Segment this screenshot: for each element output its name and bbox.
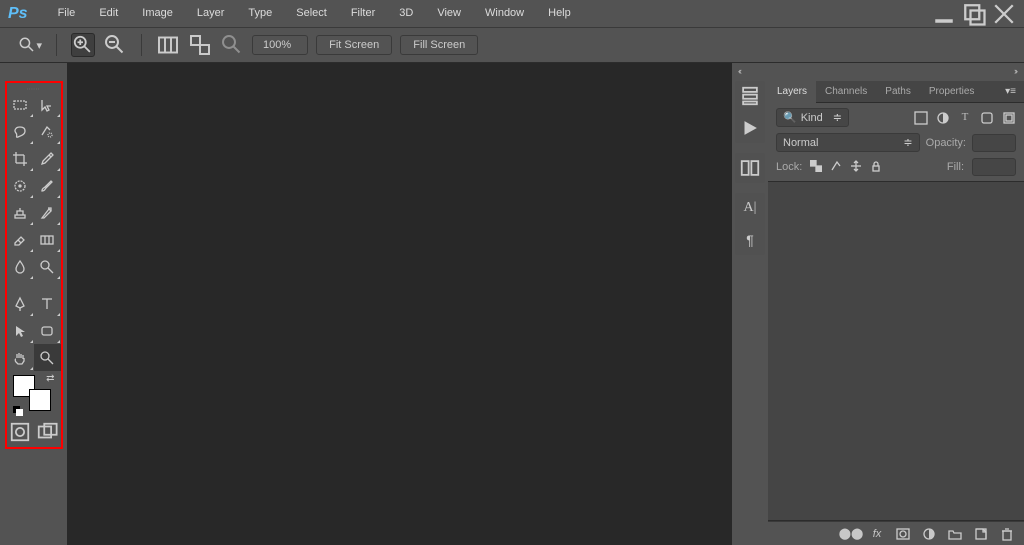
adjustment-layer-icon[interactable]	[922, 527, 936, 541]
zoom-level-dropdown[interactable]: 100%	[252, 35, 308, 55]
blur-tool[interactable]	[7, 253, 34, 280]
fill-screen-button[interactable]: Fill Screen	[400, 35, 478, 55]
crop-tool[interactable]	[7, 145, 34, 172]
swap-colors-icon[interactable]: ⇄	[46, 373, 54, 384]
default-colors-icon[interactable]	[13, 406, 24, 417]
menu-help[interactable]: Help	[536, 0, 583, 27]
lock-label: Lock:	[776, 161, 802, 173]
collapse-right-icon[interactable]: ››	[1014, 66, 1016, 76]
blend-mode-dropdown[interactable]: Normal≑	[776, 133, 920, 152]
eyedropper-tool[interactable]	[34, 145, 61, 172]
quick-mask-toggle[interactable]	[9, 423, 31, 441]
app-logo: Ps	[8, 5, 28, 23]
history-brush-tool[interactable]	[34, 199, 61, 226]
dodge-tool[interactable]	[34, 253, 61, 280]
layers-panel-footer: ⬤⬤ fx	[768, 521, 1024, 545]
window-controls	[930, 5, 1024, 23]
fill-label: Fill:	[947, 161, 964, 173]
layers-list[interactable]	[768, 181, 1024, 521]
new-group-icon[interactable]	[948, 527, 962, 541]
menu-type[interactable]: Type	[236, 0, 284, 27]
marquee-tool[interactable]	[7, 91, 34, 118]
fit-screen-button[interactable]: Fit Screen	[316, 35, 392, 55]
eraser-tool[interactable]	[7, 226, 34, 253]
menu-view[interactable]: View	[425, 0, 473, 27]
menu-filter[interactable]: Filter	[339, 0, 387, 27]
filter-type-icon[interactable]: T	[958, 111, 972, 125]
filter-adjustment-icon[interactable]	[936, 111, 950, 125]
lock-image-icon[interactable]	[830, 160, 842, 175]
toolbox-dock: :::::: ⇄	[0, 63, 67, 545]
type-tool[interactable]	[34, 290, 61, 317]
opacity-label: Opacity:	[926, 137, 966, 149]
zoom-out-button[interactable]	[103, 33, 127, 57]
fill-input[interactable]	[972, 158, 1016, 176]
layer-mask-icon[interactable]	[896, 527, 910, 541]
layer-style-icon[interactable]: fx	[870, 528, 884, 540]
delete-layer-icon[interactable]	[1000, 527, 1014, 541]
zoom-tool[interactable]	[34, 344, 61, 371]
toolbox: :::::: ⇄	[5, 81, 63, 449]
menu-3d[interactable]: 3D	[387, 0, 425, 27]
menu-window[interactable]: Window	[473, 0, 536, 27]
lock-transparency-icon[interactable]	[810, 160, 822, 175]
paragraph-panel-icon[interactable]: ¶	[739, 229, 761, 251]
background-color[interactable]	[29, 389, 51, 411]
workspace: ‹‹ :::::: ⇄ ‹‹	[0, 63, 1024, 545]
layers-panel: ›› Layers Channels Paths Properties ▾≡ 🔍…	[768, 63, 1024, 545]
zoom-all-windows-toggle[interactable]	[188, 33, 212, 57]
filter-shape-icon[interactable]	[980, 111, 994, 125]
spot-healing-tool[interactable]	[7, 172, 34, 199]
lock-all-icon[interactable]	[870, 160, 882, 175]
actions-panel-icon[interactable]	[739, 117, 761, 139]
menu-file[interactable]: File	[46, 0, 88, 27]
menu-select[interactable]: Select	[284, 0, 339, 27]
lasso-tool[interactable]	[7, 118, 34, 145]
window-minimize-button[interactable]	[930, 5, 958, 23]
rectangle-tool[interactable]	[34, 317, 61, 344]
layer-filter-dropdown[interactable]: 🔍Kind≑	[776, 108, 849, 127]
menu-image[interactable]: Image	[130, 0, 185, 27]
resize-windows-toggle[interactable]	[156, 33, 180, 57]
link-layers-icon[interactable]: ⬤⬤	[844, 527, 858, 540]
scrubby-zoom-toggle[interactable]	[220, 33, 244, 57]
new-layer-icon[interactable]	[974, 527, 988, 541]
opacity-input[interactable]	[972, 134, 1016, 152]
libraries-panel-icon[interactable]	[739, 157, 761, 179]
pen-tool[interactable]	[7, 290, 34, 317]
menu-bar: Ps File Edit Image Layer Type Select Fil…	[0, 0, 1024, 27]
search-icon: 🔍	[783, 111, 797, 124]
gradient-tool[interactable]	[34, 226, 61, 253]
color-swatches: ⇄	[7, 371, 61, 417]
move-tool[interactable]	[34, 91, 61, 118]
window-close-button[interactable]	[990, 5, 1018, 23]
tab-properties[interactable]: Properties	[920, 81, 984, 103]
hand-tool[interactable]	[7, 344, 34, 371]
panel-menu-icon[interactable]: ▾≡	[997, 86, 1024, 97]
options-bar: ▾ 100% Fit Screen Fill Screen	[0, 27, 1024, 63]
lock-position-icon[interactable]	[850, 160, 862, 175]
clone-stamp-tool[interactable]	[7, 199, 34, 226]
path-selection-tool[interactable]	[7, 317, 34, 344]
quick-selection-tool[interactable]	[34, 118, 61, 145]
tab-paths[interactable]: Paths	[876, 81, 920, 103]
brush-tool[interactable]	[34, 172, 61, 199]
character-panel-icon[interactable]: A|	[739, 197, 761, 219]
window-maximize-button[interactable]	[960, 5, 988, 23]
screen-mode-toggle[interactable]	[36, 423, 58, 441]
menu-layer[interactable]: Layer	[185, 0, 237, 27]
canvas-area[interactable]	[67, 63, 732, 545]
tab-layers[interactable]: Layers	[768, 81, 816, 103]
panel-tabs: Layers Channels Paths Properties ▾≡	[768, 81, 1024, 103]
filter-smart-icon[interactable]	[1002, 111, 1016, 125]
history-panel-icon[interactable]	[739, 85, 761, 107]
zoom-in-button[interactable]	[71, 33, 95, 57]
collapse-mini-icon[interactable]: ‹‹	[738, 66, 740, 76]
filter-pixel-icon[interactable]	[914, 111, 928, 125]
menu-edit[interactable]: Edit	[87, 0, 130, 27]
collapsed-panel-dock: ‹‹ A| ¶	[732, 63, 768, 545]
tool-preset-picker[interactable]: ▾	[18, 33, 42, 57]
tab-channels[interactable]: Channels	[816, 81, 876, 103]
